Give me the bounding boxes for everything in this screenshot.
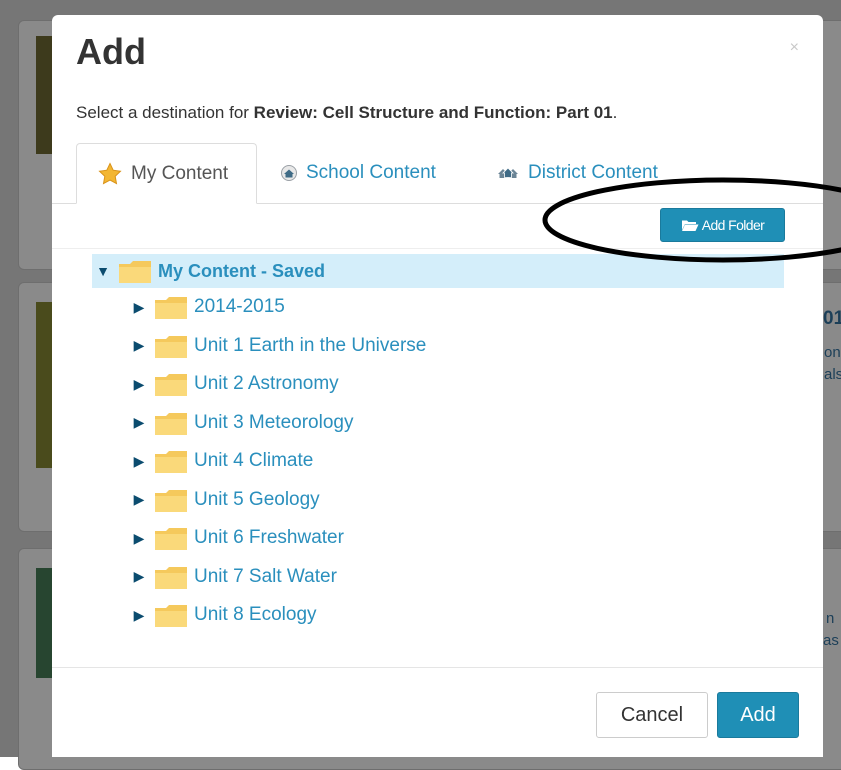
tree-folder-row[interactable]: ▶ Unit 2 Astronomy <box>128 365 784 404</box>
content-tabs: My Content School Content District Conte… <box>52 143 823 204</box>
tree-folder-row[interactable]: ▶ Unit 4 Climate <box>128 442 784 481</box>
tree-folder-row[interactable]: ▶ 2014-2015 <box>128 288 784 327</box>
tree-folder-label[interactable]: Unit 7 Salt Water <box>194 566 337 588</box>
tree-folder-label[interactable]: Unit 2 Astronomy <box>194 373 339 395</box>
tab-label: District Content <box>528 162 658 183</box>
tree-folder-label[interactable]: Unit 8 Ecology <box>194 604 317 626</box>
tree-folder-row[interactable]: ▶ Unit 3 Meteorology <box>128 404 784 443</box>
background-text: 01 <box>823 308 841 329</box>
caret-right-icon[interactable]: ▶ <box>128 414 150 431</box>
tree-folder-row[interactable]: ▶ Unit 5 Geology <box>128 481 784 520</box>
tab-school-content[interactable]: School Content <box>280 143 480 203</box>
dialog-subtitle: Select a destination for Review: Cell St… <box>76 103 617 123</box>
tree-folder-label[interactable]: Unit 3 Meteorology <box>194 412 353 434</box>
caret-right-icon[interactable]: ▶ <box>128 530 150 547</box>
school-icon <box>280 165 298 181</box>
tab-district-content[interactable]: District Content <box>496 143 696 203</box>
caret-right-icon[interactable]: ▶ <box>128 607 150 624</box>
tree-folder-label[interactable]: Unit 1 Earth in the Universe <box>194 335 426 357</box>
tree-folder-label[interactable]: 2014-2015 <box>194 296 285 318</box>
background-text: as <box>823 632 839 649</box>
tree-folder-label[interactable]: Unit 4 Climate <box>194 450 313 472</box>
folder-icon <box>154 371 188 397</box>
folder-icon <box>154 564 188 590</box>
folder-open-icon <box>681 220 699 231</box>
tab-label: My Content <box>131 162 229 184</box>
dialog-title: Add <box>76 31 146 72</box>
caret-down-icon[interactable]: ▼ <box>92 263 114 279</box>
district-icon <box>496 165 520 181</box>
star-icon <box>97 161 123 186</box>
tree-folder-label[interactable]: Unit 6 Freshwater <box>194 527 344 549</box>
dialog-footer: Cancel Add <box>52 667 823 757</box>
tree-folder-label[interactable]: Unit 5 Geology <box>194 489 320 511</box>
caret-right-icon[interactable]: ▶ <box>128 491 150 508</box>
tree-folder-row[interactable]: ▶ Unit 8 Ecology <box>128 596 784 635</box>
tree-folder-row[interactable]: ▶ Unit 1 Earth in the Universe <box>128 327 784 366</box>
subtitle-item-name: Review: Cell Structure and Function: Par… <box>253 103 613 122</box>
caret-right-icon[interactable]: ▶ <box>128 376 150 393</box>
folder-icon <box>154 487 188 513</box>
cancel-button[interactable]: Cancel <box>596 692 708 738</box>
background-text: on <box>824 344 841 361</box>
folder-icon <box>154 333 188 359</box>
tab-label: School Content <box>306 162 436 183</box>
tree-toolbar: Add Folder <box>52 204 823 249</box>
tree-folder-row[interactable]: ▶ Unit 6 Freshwater <box>128 519 784 558</box>
tree-folder-row[interactable]: ▶ Unit 7 Salt Water <box>128 558 784 597</box>
folder-icon <box>154 448 188 474</box>
tree-children: ▶ 2014-2015 ▶ Unit 1 Earth in the Universe ▶… <box>92 288 784 635</box>
folder-icon <box>154 410 188 436</box>
caret-right-icon[interactable]: ▶ <box>128 453 150 470</box>
tree-root-row[interactable]: ▼ My Content - Saved <box>92 254 784 288</box>
folder-tree: ▼ My Content - Saved ▶ 2014-2015 ▶ Unit 1 E… <box>92 254 784 635</box>
folder-icon <box>154 525 188 551</box>
folder-icon <box>154 602 188 628</box>
subtitle-prefix: Select a destination for <box>76 103 254 122</box>
add-button[interactable]: Add <box>717 692 799 738</box>
folder-icon <box>118 258 152 284</box>
folder-icon <box>154 294 188 320</box>
add-folder-button[interactable]: Add Folder <box>660 208 785 242</box>
close-icon[interactable]: × <box>790 39 799 57</box>
tab-my-content[interactable]: My Content <box>76 143 257 204</box>
tree-root-label[interactable]: My Content - Saved <box>158 261 325 282</box>
add-dialog: Add × Select a destination for Review: C… <box>52 15 823 757</box>
subtitle-suffix: . <box>612 103 618 122</box>
caret-right-icon[interactable]: ▶ <box>128 337 150 354</box>
caret-right-icon[interactable]: ▶ <box>128 568 150 585</box>
background-text: als <box>824 366 841 383</box>
caret-right-icon[interactable]: ▶ <box>128 299 150 316</box>
background-text: n <box>826 610 835 627</box>
add-folder-label: Add Folder <box>701 217 765 233</box>
